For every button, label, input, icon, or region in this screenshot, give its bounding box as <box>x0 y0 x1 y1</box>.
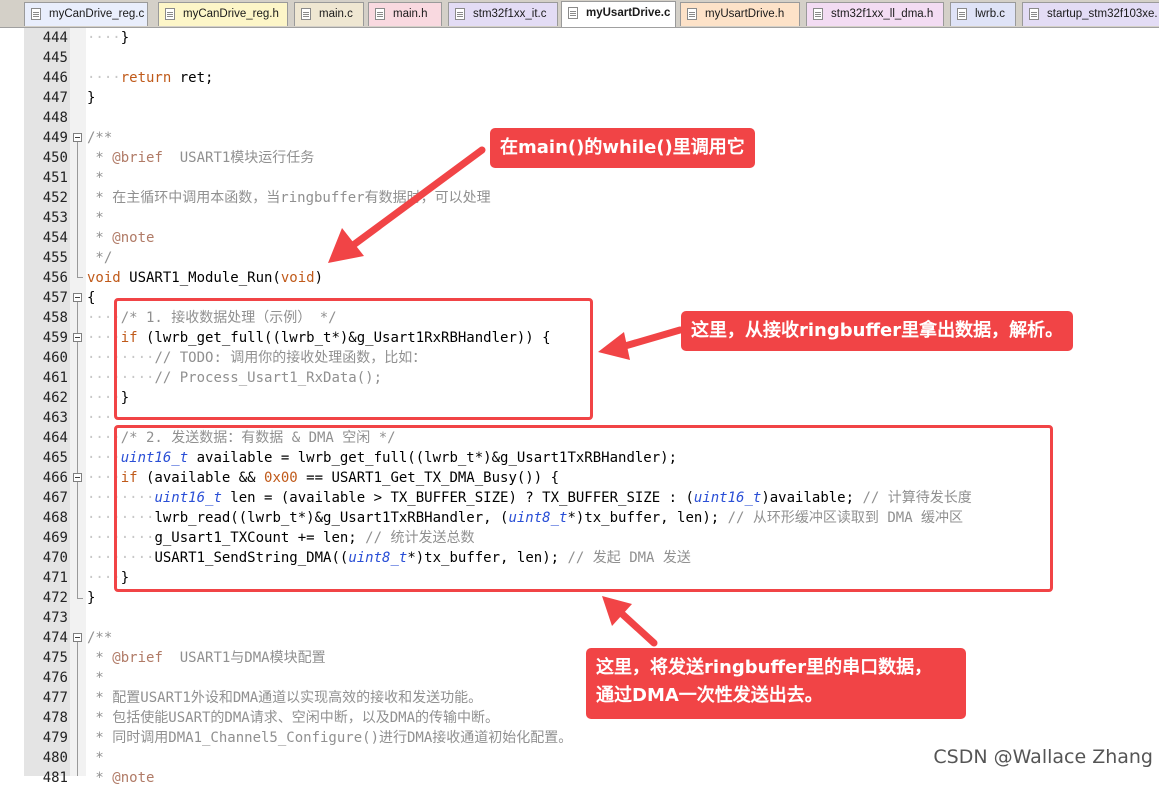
watermark: CSDN @Wallace Zhang <box>933 746 1153 768</box>
callout-main-loop: 在main()的while()里调用它 <box>490 128 755 168</box>
callout-receive: 这里，从接收ringbuffer里拿出数据，解析。 <box>681 311 1074 351</box>
callout-text: 这里，从接收ringbuffer里拿出数据，解析。 <box>691 320 1064 341</box>
callout-text-line-2: 通过DMA一次性发送出去。 <box>596 685 823 706</box>
arrow-to-receive-block-icon <box>598 326 684 360</box>
arrow-to-function-icon <box>328 146 486 263</box>
callout-send: 这里，将发送ringbuffer里的串口数据， 通过DMA一次性发送出去。 <box>586 648 966 719</box>
callout-text-line-1: 这里，将发送ringbuffer里的串口数据， <box>596 657 933 678</box>
callout-text: 在main()的while()里调用它 <box>500 137 745 158</box>
annotation-arrows <box>328 146 684 647</box>
arrow-to-send-block-icon <box>602 596 658 647</box>
